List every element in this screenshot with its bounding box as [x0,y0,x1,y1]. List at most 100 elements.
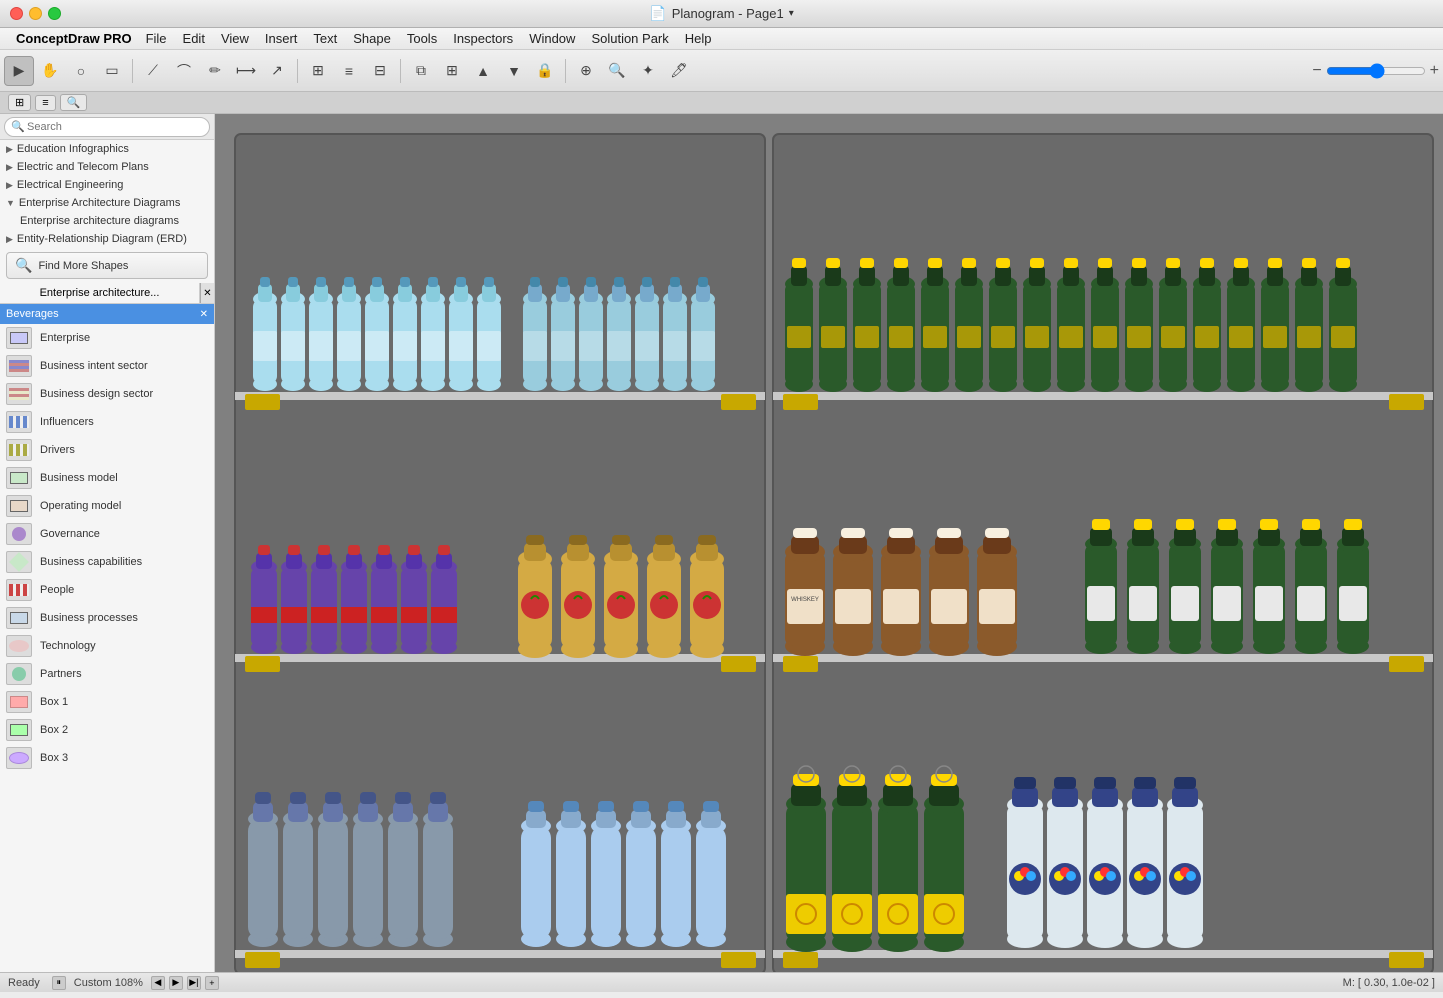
menu-view[interactable]: View [213,31,257,46]
move-tool-button[interactable]: ✋ [35,56,65,86]
line-tool-button[interactable]: ⟋ [138,56,168,86]
ellipse-tool-button[interactable]: ○ [66,56,96,86]
menu-help[interactable]: Help [677,31,720,46]
pan-button[interactable]: ✦ [633,56,663,86]
titlebar: 📄 Planogram - Page1 ▾ [0,0,1443,28]
arrow-icon: ▶ [6,144,13,155]
curve-tool-button[interactable]: ⌒ [169,56,199,86]
menu-inspectors[interactable]: Inspectors [445,31,521,46]
page-controls: ⏸ Custom 108% ◀ ▶ ▶| + [52,976,219,990]
business-capabilities-thumb [6,551,32,573]
menu-tools[interactable]: Tools [399,31,445,46]
section-electrical[interactable]: ▶ Electrical Engineering [0,176,214,194]
shape-business-processes[interactable]: Business processes [0,604,214,632]
page-prev-button[interactable]: ◀ [151,976,165,990]
main-canvas[interactable]: WHISKEY [215,114,1443,972]
enterprise-thumb [6,327,32,349]
shape-business-intent[interactable]: Business intent sector [0,352,214,380]
arrow-tool-button[interactable]: ↗ [262,56,292,86]
menu-text[interactable]: Text [305,31,345,46]
shape-business-model[interactable]: Business model [0,464,214,492]
arrow-icon: ▶ [6,234,13,245]
tab-enterprise-arch[interactable]: Enterprise architecture... [0,283,200,303]
menu-insert[interactable]: Insert [257,31,306,46]
lock-button[interactable]: 🔒 [530,56,560,86]
close-button[interactable] [10,7,23,20]
search-input[interactable] [4,117,210,137]
zoom-area-button[interactable]: 🔍 [602,56,632,86]
main-layout: 🔍 ▶ Education Infographics ▶ Electric an… [0,114,1443,972]
section-education[interactable]: ▶ Education Infographics [0,140,214,158]
zoom-slider[interactable] [1326,63,1426,79]
rect-tool-button[interactable]: ▭ [97,56,127,86]
bring-front-button[interactable]: ▲ [468,56,498,86]
close-beverages-tab[interactable]: ✕ [200,309,208,320]
toolbar-group-draw: ⟋ ⌒ ✏ ⟼ ↗ [138,56,292,86]
shape-operating-model[interactable]: Operating model [0,492,214,520]
shape-box2[interactable]: Box 2 [0,716,214,744]
maximize-button[interactable] [48,7,61,20]
ungroup-button[interactable]: ⊞ [437,56,467,86]
shape-box3[interactable]: Box 3 [0,744,214,772]
traffic-lights [10,7,61,20]
shape-enterprise[interactable]: Enterprise [0,324,214,352]
section-entity-rel[interactable]: ▶ Entity-Relationship Diagram (ERD) [0,230,214,248]
view-type-button[interactable]: ⊞ [8,94,31,111]
shape-people[interactable]: People [0,576,214,604]
planogram-svg: WHISKEY [225,124,1443,972]
coordinates-display: M: [ 0.30, 1.0e-02 ] [1343,977,1435,989]
shape-technology[interactable]: Technology [0,632,214,660]
zoom-out-button[interactable]: − [1312,62,1321,80]
minimize-button[interactable] [29,7,42,20]
zoom-fit-button[interactable]: ⊕ [571,56,601,86]
left-panel: 🔍 ▶ Education Infographics ▶ Electric an… [0,114,215,972]
shape-business-capabilities[interactable]: Business capabilities [0,548,214,576]
pause-button[interactable]: ⏸ [52,976,66,990]
influencers-thumb [6,411,32,433]
app-name[interactable]: ConceptDraw PRO [16,31,132,46]
main-toolbar: ▶ ✋ ○ ▭ ⟋ ⌒ ✏ ⟼ ↗ ⊞ ≡ ⊟ ⧉ ⊞ ▲ ▼ 🔒 ⊕ 🔍 ✦ … [0,50,1443,92]
search-icon: 🔍 [11,120,25,133]
menu-shape[interactable]: Shape [345,31,399,46]
align-center-button[interactable]: ≡ [334,56,364,86]
section-enterprise-arch[interactable]: ▼ Enterprise Architecture Diagrams [0,194,214,212]
panel-tabs: Enterprise architecture... ✕ [0,283,214,304]
governance-thumb [6,523,32,545]
close-tab-0[interactable]: ✕ [200,283,214,303]
align-left-button[interactable]: ⊞ [303,56,333,86]
toolbar-group-view: ⊕ 🔍 ✦ 🖊 [571,56,694,86]
shape-partners[interactable]: Partners [0,660,214,688]
shape-drivers[interactable]: Drivers [0,436,214,464]
page-add-button[interactable]: + [205,976,219,990]
pen-tool-button[interactable]: ✏ [200,56,230,86]
shape-influencers[interactable]: Influencers [0,408,214,436]
shape-governance[interactable]: Governance [0,520,214,548]
connector-tool-button[interactable]: ⟼ [231,56,261,86]
panel-toolbar: 🔍 [0,114,214,140]
menu-solution-park[interactable]: Solution Park [583,31,676,46]
page-end-button[interactable]: ▶| [187,976,201,990]
distribute-button[interactable]: ⊟ [365,56,395,86]
select-tool-button[interactable]: ▶ [4,56,34,86]
subsection-enterprise-arch-diags[interactable]: Enterprise architecture diagrams [0,212,214,230]
dropdown-arrow-icon[interactable]: ▾ [789,8,794,19]
business-intent-thumb [6,355,32,377]
zoom-in-button[interactable]: + [1430,62,1439,80]
search-panel-button[interactable]: 🔍 [60,94,88,111]
menu-edit[interactable]: Edit [175,31,213,46]
group-button[interactable]: ⧉ [406,56,436,86]
shape-box1[interactable]: Box 1 [0,688,214,716]
arrow-icon: ▼ [6,198,15,208]
menu-file[interactable]: File [138,31,175,46]
beverages-tab[interactable]: Beverages ✕ [0,304,214,324]
view-list-button[interactable]: ≡ [35,95,55,111]
canvas-area[interactable]: WHISKEY [215,114,1443,972]
find-more-icon: 🔍 [15,257,32,274]
note-button[interactable]: 🖊 [664,56,694,86]
menu-window[interactable]: Window [521,31,583,46]
section-electric[interactable]: ▶ Electric and Telecom Plans [0,158,214,176]
send-back-button[interactable]: ▼ [499,56,529,86]
page-next-button[interactable]: ▶ [169,976,183,990]
find-more-button[interactable]: 🔍 Find More Shapes [6,252,208,279]
shape-business-design[interactable]: Business design sector [0,380,214,408]
